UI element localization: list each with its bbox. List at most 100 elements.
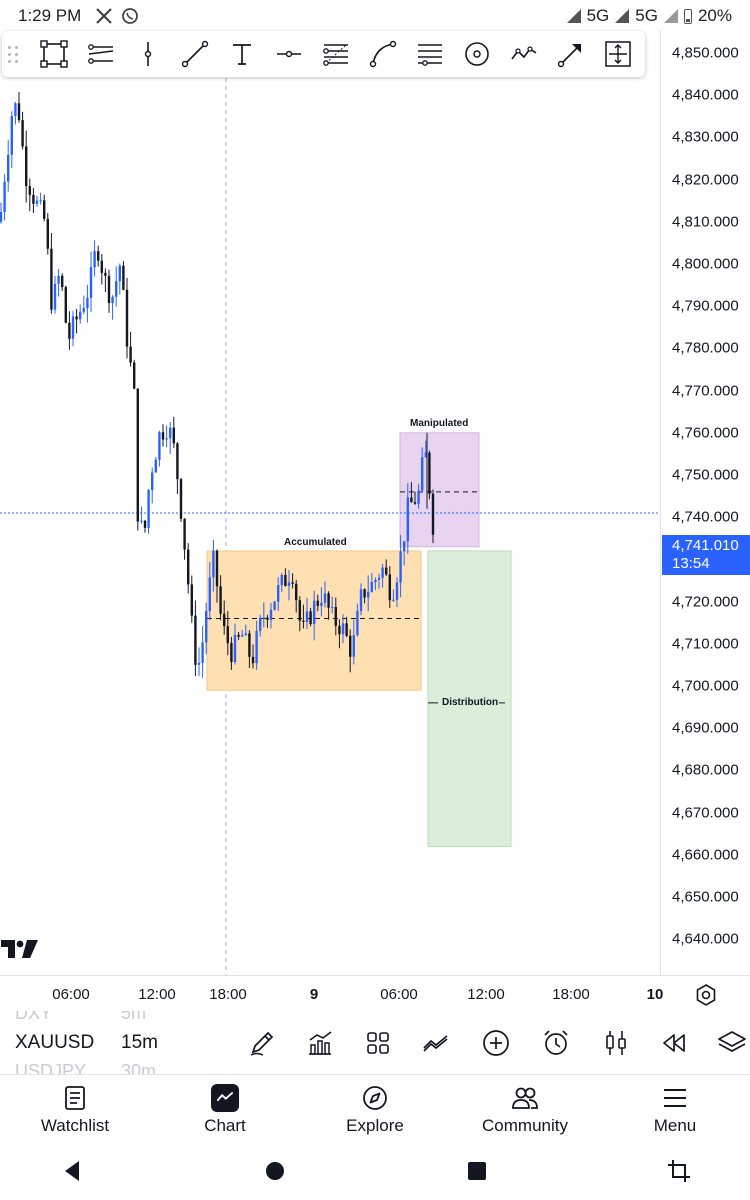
candle-body xyxy=(223,613,226,627)
candle-body xyxy=(35,200,39,204)
candle-body xyxy=(428,452,431,494)
interval-selector[interactable]: 15m xyxy=(121,1032,158,1054)
candle-body xyxy=(43,200,46,219)
watchlist-icon xyxy=(65,1086,85,1110)
nav-community[interactable]: Community xyxy=(450,1076,600,1142)
fib-retracement-tool[interactable] xyxy=(312,31,359,77)
indicators-button[interactable] xyxy=(304,1027,336,1059)
candle-body xyxy=(25,146,28,187)
arrow-tool[interactable] xyxy=(547,31,594,77)
nav-explore[interactable]: Explore xyxy=(300,1076,450,1142)
circle-tool[interactable] xyxy=(453,31,500,77)
candle-body xyxy=(122,265,125,290)
replay-button[interactable] xyxy=(658,1027,690,1059)
candle-body xyxy=(248,633,251,657)
prev-interval[interactable]: 5m xyxy=(121,1011,146,1024)
candle-body xyxy=(323,593,327,603)
next-symbol[interactable]: USDJPY xyxy=(15,1061,86,1074)
text-icon xyxy=(232,44,251,65)
candle-body xyxy=(57,275,60,284)
nav-menu[interactable]: Menu xyxy=(600,1076,750,1142)
time-tick-label: 12:00 xyxy=(467,986,505,1003)
candle-body xyxy=(115,281,118,297)
horizontal-ray-tool[interactable] xyxy=(265,31,312,77)
parallel-channel-tool[interactable] xyxy=(77,31,124,77)
curve-tool[interactable] xyxy=(359,31,406,77)
candle-body xyxy=(50,248,53,310)
candle-body xyxy=(7,154,10,182)
alert-button[interactable] xyxy=(540,1027,572,1059)
circle-target-icon xyxy=(464,42,489,66)
horizontal-lines-tool[interactable] xyxy=(406,31,453,77)
candle-body xyxy=(421,457,424,491)
candle-body xyxy=(147,490,150,528)
candle-body xyxy=(10,116,13,155)
alert-clock-icon xyxy=(544,1030,568,1055)
time-axis[interactable]: 10 18:00 12:00 06:00 9 18:00 12:00 06:00 xyxy=(0,975,750,1011)
candle-body xyxy=(377,577,381,580)
next-interval[interactable]: 30m xyxy=(121,1061,156,1074)
candle-body xyxy=(89,267,93,298)
candle-body xyxy=(79,311,82,320)
candle-body xyxy=(431,493,435,535)
chart-canvas[interactable]: Accumulated Manipulated Distribution xyxy=(0,78,660,975)
candle-body xyxy=(385,567,388,575)
candle-body xyxy=(356,611,359,636)
candle-body xyxy=(111,296,114,304)
symbol-selector[interactable]: XAUUSD xyxy=(15,1032,94,1054)
candle-body xyxy=(273,601,276,610)
hamburger-icon xyxy=(664,1089,686,1107)
path-tool[interactable] xyxy=(500,31,547,77)
price-chart[interactable] xyxy=(0,78,660,975)
candle-body xyxy=(413,502,417,504)
community-icon xyxy=(512,1087,538,1109)
candles-icon xyxy=(606,1031,626,1055)
network-label: 5G xyxy=(586,6,610,25)
add-button[interactable] xyxy=(480,1027,512,1059)
home-icon[interactable] xyxy=(262,1158,288,1184)
candle-body xyxy=(266,617,269,620)
trend-line-tool[interactable] xyxy=(171,31,218,77)
drawing-toolbar xyxy=(2,31,645,77)
chart-type-button[interactable] xyxy=(600,1027,632,1059)
candle-body xyxy=(403,541,406,552)
price-axis[interactable]: 4,640.000 4,650.000 4,660.000 4,670.000 4,68… xyxy=(660,30,750,975)
current-price-tag: 4,741.010 13:54 xyxy=(662,535,750,575)
time-tick-label: 06:00 xyxy=(52,986,90,1003)
chart-settings-icon[interactable] xyxy=(694,983,718,1007)
nav-watchlist[interactable]: Watchlist xyxy=(0,1076,150,1142)
candle-body xyxy=(230,643,233,663)
candle-body xyxy=(399,551,402,583)
candle-body xyxy=(302,620,305,623)
layers-button[interactable] xyxy=(716,1027,748,1059)
candle-body xyxy=(388,574,391,601)
arrow-icon xyxy=(557,44,581,68)
time-tick-label: 06:00 xyxy=(380,986,418,1003)
compare-button[interactable] xyxy=(420,1027,452,1059)
text-tool[interactable] xyxy=(218,31,265,77)
draw-button[interactable] xyxy=(246,1027,278,1059)
layout-button[interactable] xyxy=(362,1027,394,1059)
candle-body xyxy=(417,490,420,504)
recents-icon[interactable] xyxy=(464,1158,490,1184)
signal-icon xyxy=(615,9,630,23)
vertical-line-tool[interactable] xyxy=(124,31,171,77)
price-tick-label: 4,760.000 xyxy=(672,424,739,442)
price-tick-label: 4,820.000 xyxy=(672,171,739,189)
measure-tool[interactable] xyxy=(594,31,641,77)
candle-body xyxy=(392,599,395,601)
drag-handle-icon[interactable] xyxy=(8,43,20,65)
candle-body xyxy=(215,550,219,587)
candle-body xyxy=(107,275,111,304)
candle-body xyxy=(0,211,3,222)
candle-body xyxy=(352,635,355,657)
candle-body xyxy=(104,272,107,276)
nav-chart[interactable]: Chart xyxy=(150,1076,300,1142)
zone-label-accumulated: Accumulated xyxy=(284,536,347,548)
candle-body xyxy=(233,634,237,663)
price-tick-label: 4,740.000 xyxy=(672,508,739,526)
rotate-icon[interactable] xyxy=(666,1158,692,1184)
rectangle-tool[interactable] xyxy=(30,31,77,77)
prev-symbol[interactable]: DXY xyxy=(15,1011,52,1024)
back-icon[interactable] xyxy=(60,1158,86,1184)
